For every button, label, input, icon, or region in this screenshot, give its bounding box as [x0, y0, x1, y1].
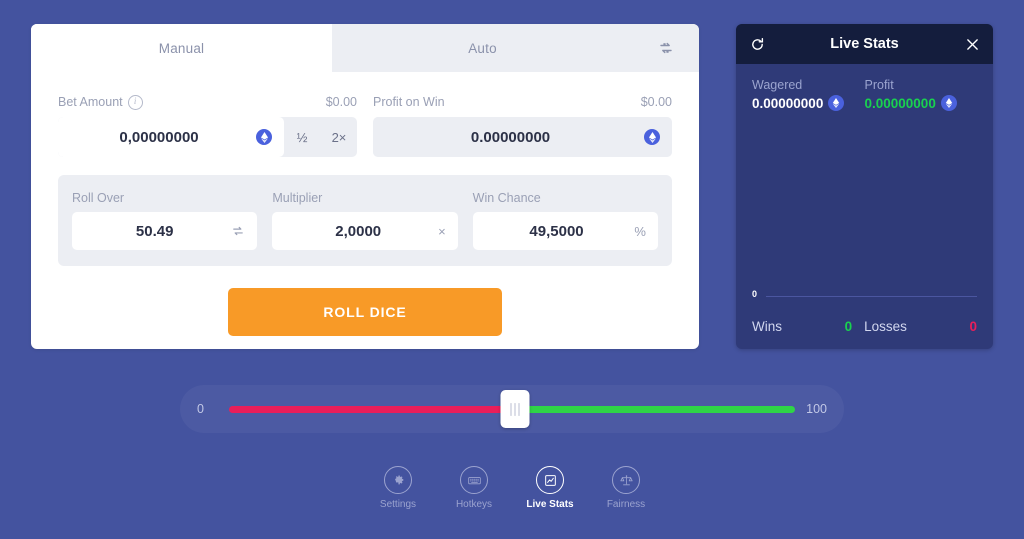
scales-icon: [612, 466, 640, 494]
live-stats-summary: Wagered 0.00000000 Profit 0.00000000: [752, 78, 977, 111]
slider-min-label: 0: [197, 402, 204, 416]
toolbar-item-fairness[interactable]: Fairness: [595, 466, 657, 510]
bet-amount-input[interactable]: 0,00000000: [58, 117, 284, 157]
swap-arrows-icon[interactable]: [633, 24, 699, 72]
double-bet-button[interactable]: 2×: [321, 117, 357, 157]
profit-on-win-input: 0.00000000: [373, 117, 672, 157]
grip-line: [510, 402, 512, 416]
bet-amount-field: Bet Amount i $0.00 0,00000000 ½ 2×: [58, 94, 357, 157]
profit-stat: Profit 0.00000000: [865, 78, 978, 111]
slider-track-high: [514, 405, 795, 413]
ethereum-icon: [940, 95, 957, 111]
multiplier-value: 2,0000: [335, 222, 382, 240]
chart-baseline: [766, 296, 977, 297]
losses-value: 0: [969, 319, 977, 334]
roll-dice-button[interactable]: ROLL DICE: [228, 288, 502, 336]
profit-label: Profit: [864, 78, 894, 92]
wagered-value-row: 0.00000000: [752, 95, 865, 111]
win-chance-label: Win Chance: [472, 191, 541, 205]
bet-amount-header: Bet Amount i $0.00: [58, 94, 357, 110]
live-stats-panel: Live Stats Wagered 0.00000000 Profit 0.0…: [736, 24, 993, 349]
profit-chart: 0: [752, 289, 977, 309]
slider-max-label: 100: [806, 402, 827, 416]
toolbar-label-hotkeys: Hotkeys: [455, 499, 493, 510]
win-chance-value: 49,5000: [529, 222, 584, 240]
tab-manual[interactable]: Manual: [31, 24, 332, 72]
ethereum-icon: [256, 129, 272, 145]
profit-on-win-header: Profit on Win $0.00: [373, 94, 672, 110]
bet-amount-input-group: 0,00000000 ½ 2×: [58, 117, 357, 157]
roll-over-header: Roll Over: [72, 190, 257, 206]
bet-amount-label: Bet Amount: [58, 95, 123, 109]
roll-slider[interactable]: 0 100: [180, 385, 844, 433]
profit-on-win-fiat: $0.00: [640, 95, 672, 109]
grip-line: [514, 402, 516, 416]
slider-thumb[interactable]: [500, 390, 530, 428]
chart-zero-label: 0: [752, 289, 758, 299]
refresh-icon[interactable]: [750, 37, 765, 52]
toolbar-label-settings: Settings: [379, 499, 417, 510]
win-chance-unit: %: [634, 223, 646, 239]
close-icon[interactable]: [966, 38, 979, 51]
toolbar-label-live-stats: Live Stats: [526, 499, 574, 510]
multiplier-input[interactable]: 2,0000 ×: [272, 212, 458, 250]
chart-icon: [536, 466, 564, 494]
ethereum-icon: [828, 95, 845, 111]
toolbar-item-live-stats[interactable]: Live Stats: [519, 466, 581, 510]
amount-row: Bet Amount i $0.00 0,00000000 ½ 2× Profi…: [58, 94, 672, 157]
profit-on-win-field: Profit on Win $0.00 0.00000000: [373, 94, 672, 157]
roll-over-value: 50.49: [135, 222, 174, 240]
roll-over-label: Roll Over: [72, 191, 125, 205]
tab-manual-label: Manual: [158, 40, 205, 56]
toolbar-item-settings[interactable]: Settings: [367, 466, 429, 510]
profit-value: 0.00000000: [864, 95, 936, 111]
multiplier-unit: ×: [438, 223, 446, 239]
half-bet-button[interactable]: ½: [284, 117, 320, 157]
wins-losses-row: Wins 0 Losses 0: [752, 319, 977, 334]
multiplier-label: Multiplier: [272, 191, 323, 205]
toolbar-item-hotkeys[interactable]: Hotkeys: [443, 466, 505, 510]
wagered-value: 0.00000000: [752, 95, 824, 111]
bet-amount-label-group: Bet Amount i: [58, 94, 143, 110]
slider-track-area[interactable]: [229, 385, 795, 433]
profit-on-win-input-group: 0.00000000: [373, 117, 672, 157]
roll-over-input[interactable]: 50.49: [72, 212, 258, 250]
bet-card: Manual Auto Bet Amount i $0.00 0,0000000…: [31, 24, 699, 349]
bottom-toolbar: Settings Hotkeys Live Stats Fairness: [0, 466, 1024, 510]
swap-vertical-icon[interactable]: [231, 224, 245, 238]
wagered-stat: Wagered 0.00000000: [752, 78, 865, 111]
win-chance-header: Win Chance: [473, 190, 658, 206]
win-chance-field: Win Chance 49,5000 %: [472, 190, 658, 250]
profit-on-win-label: Profit on Win: [373, 95, 445, 109]
ethereum-icon: [644, 129, 660, 145]
grip-line: [518, 402, 520, 416]
slider-track-low: [229, 405, 515, 413]
live-stats-body: Wagered 0.00000000 Profit 0.00000000 0 W…: [736, 64, 993, 349]
tab-auto-label: Auto: [468, 40, 497, 56]
bet-amount-value: 0,00000000: [119, 128, 199, 146]
roll-button-row: ROLL DICE: [58, 288, 672, 336]
info-icon[interactable]: i: [127, 94, 143, 110]
multiplier-header: Multiplier: [272, 190, 457, 206]
live-stats-header: Live Stats: [736, 24, 993, 64]
profit-on-win-value: 0.00000000: [470, 128, 551, 146]
profit-value-row: 0.00000000: [865, 95, 978, 111]
multiplier-field: Multiplier 2,0000 ×: [272, 190, 458, 250]
tab-auto[interactable]: Auto: [332, 24, 633, 72]
wins-value: 0: [844, 319, 853, 334]
wagered-label: Wagered: [752, 78, 803, 92]
keyboard-icon: [460, 466, 488, 494]
bet-card-body: Bet Amount i $0.00 0,00000000 ½ 2× Profi…: [31, 72, 699, 336]
wins-label: Wins: [752, 319, 782, 334]
mode-tabbar: Manual Auto: [31, 24, 699, 72]
live-stats-title: Live Stats: [830, 36, 899, 52]
bet-amount-fiat: $0.00: [325, 95, 357, 109]
bet-amount-quick-buttons: ½ 2×: [284, 117, 357, 157]
win-chance-input[interactable]: 49,5000 %: [472, 212, 658, 250]
roll-over-field: Roll Over 50.49: [72, 190, 258, 250]
gear-icon: [384, 466, 412, 494]
losses-label: Losses: [864, 319, 907, 334]
toolbar-label-fairness: Fairness: [606, 499, 646, 510]
bet-settings-panel: Roll Over 50.49 Multiplier 2,0000 × Win …: [58, 175, 672, 266]
